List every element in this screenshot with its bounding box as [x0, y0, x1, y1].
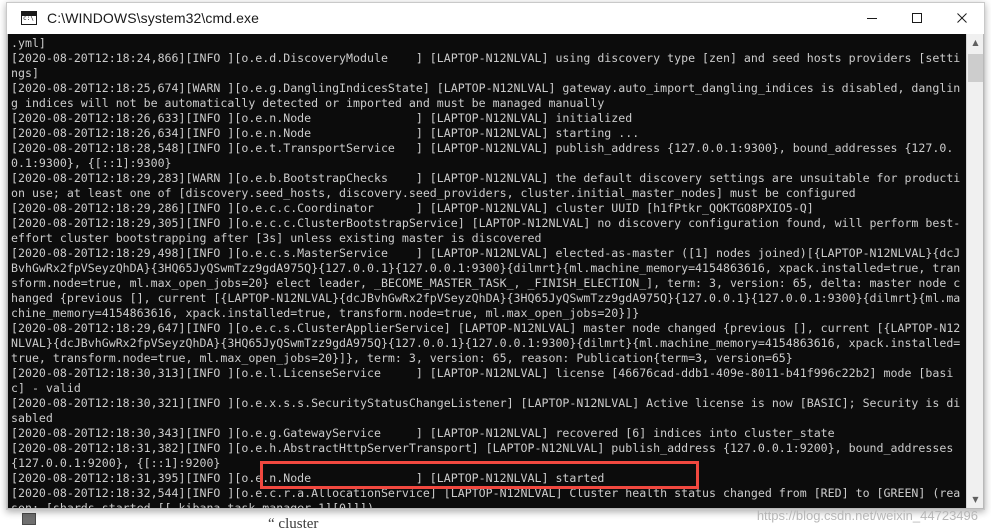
maximize-icon [911, 13, 922, 23]
cmd-window: C:\WINDOWS\system32\cmd.exe [6, 2, 985, 510]
background-document-text: “ cluster [268, 516, 319, 531]
close-icon [956, 13, 967, 23]
console-line: [2020-08-20T12:18:26,634][INFO ][o.e.n.N… [11, 126, 640, 141]
window-titlebar[interactable]: C:\WINDOWS\system32\cmd.exe [7, 3, 984, 34]
console-line: [2020-08-20T12:18:28,548][INFO ][o.e.t.T… [11, 141, 954, 171]
console-line: [2020-08-20T12:18:25,674][WARN ][o.e.g.D… [11, 81, 961, 111]
minimize-icon [866, 18, 877, 19]
console-line: [2020-08-20T12:18:30,313][INFO ][o.e.l.L… [11, 366, 954, 396]
watermark-text: https://blog.csdn.net/weixin_44723496 [756, 508, 978, 523]
console-line: [2020-08-20T12:18:24,866][INFO ][o.e.d.D… [11, 51, 961, 81]
console-line: [2020-08-20T12:18:30,321][INFO ][o.e.x.s… [11, 396, 961, 426]
console-line: [2020-08-20T12:18:29,498][INFO ][o.e.c.s… [11, 246, 961, 321]
background-taskbar-tile [22, 513, 36, 525]
maximize-button[interactable] [894, 3, 939, 34]
console-line: [2020-08-20T12:18:29,647][INFO ][o.e.c.s… [11, 321, 961, 366]
console-line: [2020-08-20T12:18:32,544][INFO ][o.e.c.r… [11, 486, 961, 508]
console-line: [2020-08-20T12:18:29,305][INFO ][o.e.c.c… [11, 216, 961, 246]
console-line: [2020-08-20T12:18:31,395][INFO ][o.e.n.N… [11, 471, 605, 486]
screenshot-root: “ cluster C:\WINDOWS\system32\cmd.exe [0, 0, 991, 531]
console-line: .yml] [11, 36, 46, 50]
console-output[interactable]: .yml] [2020-08-20T12:18:24,866][INFO ][o.… [8, 34, 966, 508]
close-button[interactable] [939, 3, 984, 34]
console-line: [2020-08-20T12:18:29,286][INFO ][o.e.c.c… [11, 201, 814, 216]
console-scrollbar[interactable]: ▲ ▼ [966, 34, 983, 508]
cmd-console-icon [21, 11, 37, 25]
minimize-button[interactable] [849, 3, 894, 34]
window-title: C:\WINDOWS\system32\cmd.exe [47, 10, 259, 26]
console-line: [2020-08-20T12:18:30,343][INFO ][o.e.g.G… [11, 426, 835, 441]
scroll-up-arrow-icon[interactable]: ▲ [967, 34, 983, 51]
scrollbar-thumb[interactable] [968, 54, 983, 82]
console-line: [2020-08-20T12:18:26,633][INFO ][o.e.n.N… [11, 111, 633, 126]
window-caption-buttons [849, 3, 984, 34]
console-body[interactable]: .yml] [2020-08-20T12:18:24,866][INFO ][o.… [7, 34, 984, 509]
scroll-down-arrow-icon[interactable]: ▼ [967, 491, 983, 508]
console-line: [2020-08-20T12:18:29,283][WARN ][o.e.b.B… [11, 171, 961, 201]
console-line: [2020-08-20T12:18:31,382][INFO ][o.e.h.A… [11, 441, 961, 471]
